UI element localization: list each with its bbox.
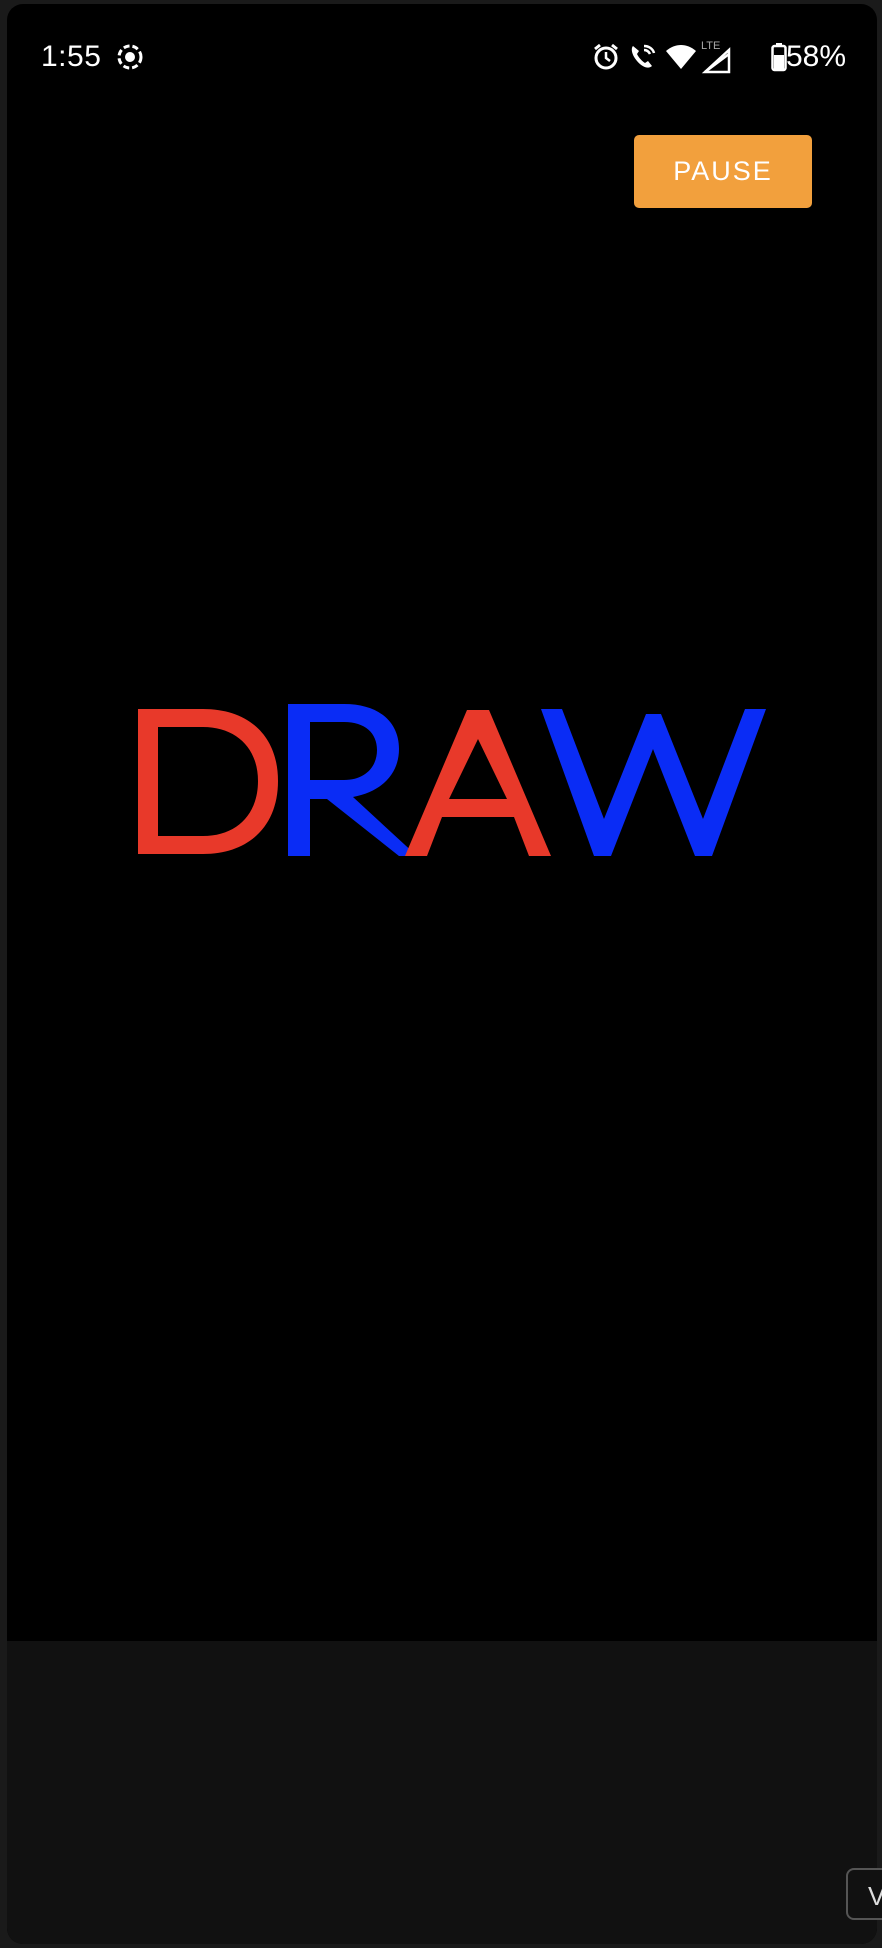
network-type-label: LTE bbox=[701, 40, 720, 52]
wifi-calling-icon bbox=[627, 42, 657, 72]
wifi-icon bbox=[665, 42, 696, 72]
title-graphic bbox=[138, 704, 766, 856]
device-frame: 1:55 LTE 58% PAUSE V bbox=[0, 0, 882, 1948]
status-time: 1:55 bbox=[41, 40, 102, 73]
status-bar: 1:55 LTE 58% bbox=[7, 4, 877, 114]
bottom-panel bbox=[7, 1641, 877, 1944]
game-canvas[interactable] bbox=[7, 4, 877, 1641]
title-letter-d bbox=[138, 709, 278, 854]
battery-icon bbox=[771, 42, 787, 72]
title-letter-a bbox=[405, 710, 551, 856]
draw-title bbox=[138, 704, 766, 856]
title-letter-r bbox=[288, 704, 417, 856]
screen-record-icon bbox=[115, 42, 145, 72]
battery-percentage: 58% bbox=[786, 40, 847, 73]
title-letter-w bbox=[541, 709, 766, 856]
signal-icon: LTE bbox=[701, 40, 731, 74]
pause-button[interactable]: PAUSE bbox=[634, 135, 812, 208]
edge-overlay-button[interactable]: V bbox=[846, 1868, 882, 1920]
phone-screen: 1:55 LTE 58% PAUSE bbox=[7, 4, 877, 1944]
alarm-icon bbox=[591, 42, 621, 72]
